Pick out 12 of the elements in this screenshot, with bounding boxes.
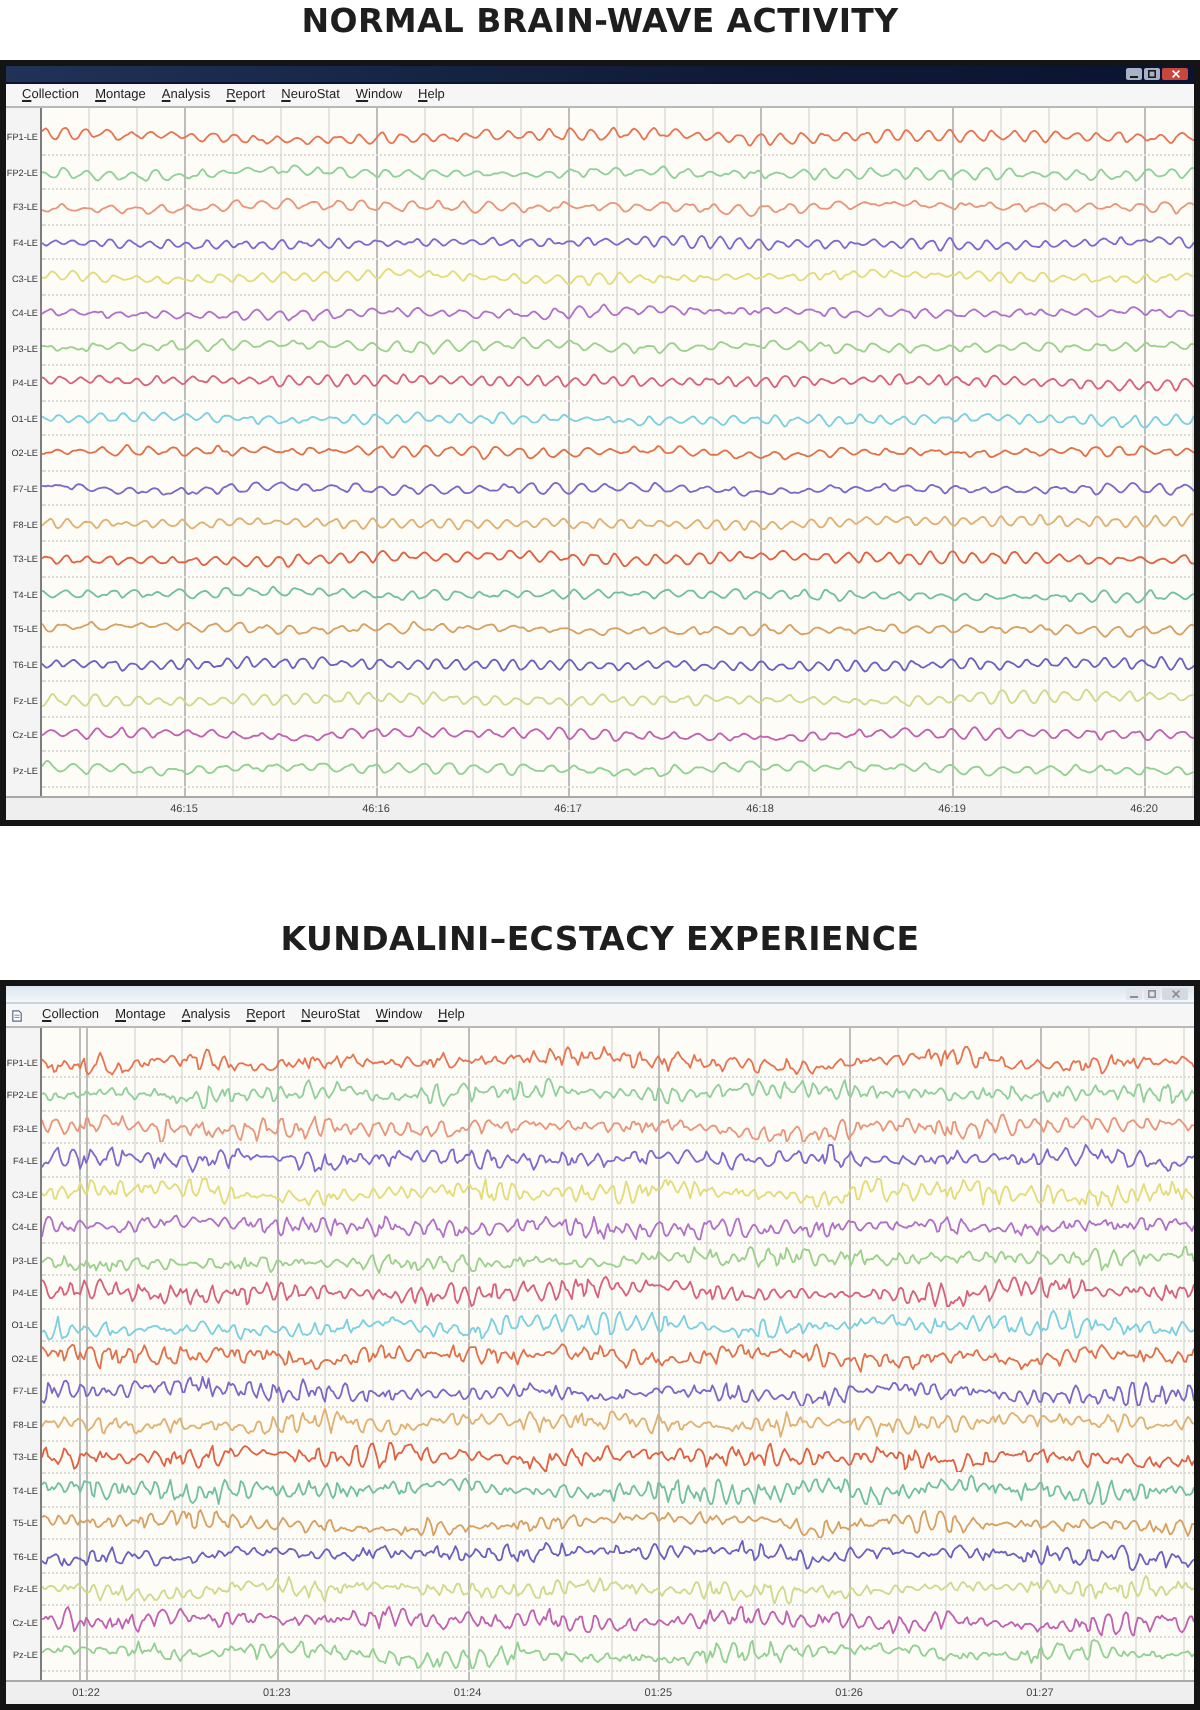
close-icon bbox=[1171, 70, 1179, 78]
maximize-icon bbox=[1148, 990, 1156, 998]
document-icon[interactable] bbox=[12, 1009, 22, 1021]
close-icon bbox=[1171, 990, 1179, 998]
panel-heading: KUNDALINI–ECSTACY EXPERIENCE bbox=[280, 918, 920, 962]
minimize-icon bbox=[1130, 70, 1138, 78]
maximize-icon bbox=[1148, 70, 1156, 78]
panel-heading: NORMAL BRAIN-WAVE ACTIVITY bbox=[301, 0, 899, 44]
close-button[interactable] bbox=[1162, 68, 1188, 80]
minimize-icon bbox=[1130, 990, 1138, 998]
maximize-button[interactable] bbox=[1144, 68, 1160, 80]
minimize-button[interactable] bbox=[1126, 68, 1142, 80]
